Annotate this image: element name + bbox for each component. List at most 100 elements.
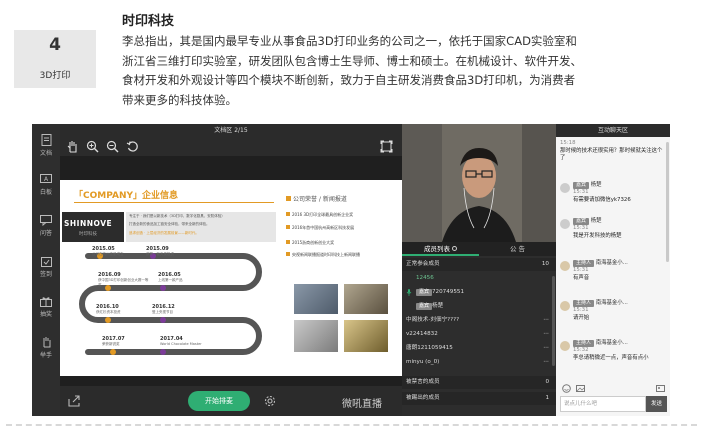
members-panel: 成员列表 公 告 正常参会成员 10 12456 嘉宾 720749551 嘉宾… (402, 242, 556, 416)
member-row[interactable]: minyu (o_0) ⋯ (402, 356, 556, 369)
news-photo (344, 284, 388, 314)
milestone-text: World Chocolate Master (160, 342, 202, 346)
news-item-text: 2016年首中国杭州高新区科技发展 (292, 225, 355, 230)
rank-badge: 4 3D打印 (14, 30, 96, 88)
presentation-slide: 「COMPANY」企业信息 SHINNOVE 时印科技 专注于 · 我们是以新技… (60, 180, 402, 376)
slide-intro-line-1: 专注于 · 我们是以新技术（3D打印、数字化厨具、安防体验） (129, 214, 225, 218)
chat-message-time: 15:18 (560, 140, 576, 146)
trophy-icon (286, 225, 290, 229)
fullscreen-icon[interactable] (380, 140, 393, 153)
hand-icon (43, 337, 50, 348)
member-tag: 嘉宾 (416, 300, 433, 313)
zoom-out-icon[interactable] (106, 140, 119, 153)
chat-sender: 南海基金小... (595, 300, 628, 306)
avatar (560, 341, 570, 351)
start-queue-button[interactable]: 开始排麦 (188, 391, 250, 411)
reset-icon[interactable] (126, 140, 139, 153)
slide-news-header: 公司荣誉 / 新闻报道 (286, 194, 347, 203)
chat-input[interactable]: 说点儿什么吧 (560, 396, 646, 412)
normal-members-section[interactable]: 正常参会成员 10 (402, 258, 556, 271)
article-page: 4 3D打印 时印科技 李总指出，其是国内最早专业从事食品3D打印业务的公司之一… (0, 0, 703, 432)
tab-notice[interactable]: 公 告 (479, 242, 556, 256)
milestone: 2017.07 荣获新锐奖 (102, 336, 125, 347)
milestone-text: 获中国3D打印创新创业大赛一等奖 (98, 278, 149, 287)
document-page-title: 文档区 2/15 (214, 127, 248, 134)
svg-text:A: A (44, 176, 49, 183)
hand-pan-icon[interactable] (66, 140, 79, 153)
more-options-icon[interactable]: ⋯ (543, 328, 549, 341)
nav-qa-label: 问答 (39, 230, 52, 237)
member-row[interactable]: 嘉宾 720749551 (402, 286, 556, 299)
member-row[interactable]: v22414832 ⋯ (402, 328, 556, 341)
members-scrollbar[interactable] (552, 276, 555, 366)
chat-sender: 南海基金小... (595, 340, 628, 346)
member-row[interactable]: 嘉宾 杨楚 (402, 300, 556, 313)
chat-sender: 南海基金小... (595, 260, 628, 266)
member-row[interactable]: 中阁技术-刘佃宁???? ⋯ (402, 314, 556, 327)
milestone-text: 获第一轮天使投资 (146, 252, 174, 256)
image-icon[interactable] (576, 384, 585, 393)
nav-document[interactable]: 文档 (32, 134, 60, 157)
nav-whiteboard-label: 白板 (39, 189, 52, 196)
chat-sender: 杨楚 (590, 182, 602, 188)
rank-number: 4 (49, 35, 61, 55)
milestone-text: 获红杉资本投资 (96, 310, 121, 314)
trophy-icon (286, 212, 290, 216)
normal-members-count: 10 (541, 261, 549, 267)
document-tools (60, 137, 402, 156)
kicked-members-label: 被踢出的成员 (406, 395, 440, 401)
document-icon (41, 134, 51, 146)
member-name: 唐朗1211059415 (406, 345, 453, 351)
chat-message-text: 那时候的技术还很实用？那时候就关注这个了 (560, 148, 663, 161)
chat-message-time: 15:31 (573, 225, 589, 231)
news-header-text: 公司荣誉 / 新闻报道 (293, 196, 347, 203)
avatar (560, 183, 570, 193)
chat-host-tag: 主持人 (573, 260, 595, 267)
kicked-members-count: 1 (545, 395, 549, 401)
news-item-text: 2015浙商创新创业大奖 (292, 240, 335, 245)
members-panel-tabs: 成员列表 公 告 (402, 242, 556, 256)
nav-raise-hand[interactable]: 举手 (32, 336, 60, 359)
tab-member-list[interactable]: 成员列表 (402, 242, 479, 256)
host-video-frame (402, 124, 556, 242)
banned-members-section[interactable]: 被禁言的成员 0 (402, 376, 556, 389)
kicked-members-section[interactable]: 被踢出的成员 1 (402, 392, 556, 405)
news-photo (294, 320, 338, 352)
milestone-text: 上线第一款产品 (158, 278, 183, 282)
nav-document-label: 文档 (39, 150, 52, 157)
banned-members-count: 0 (545, 379, 549, 385)
trophy-icon (286, 252, 290, 256)
milestone-text: 登上央视节目 (152, 310, 173, 314)
stage-bottom-bar: 开始排麦 微吼直播 (60, 386, 402, 416)
slide-logo-text: SHINNOVE (64, 219, 113, 228)
avatar (560, 261, 570, 271)
member-list-dot-icon (452, 246, 458, 251)
milestone: 2016.12 登上央视节目 (152, 304, 175, 315)
chat-message: 15:18 那时候的技术还很实用？那时候就关注这个了 (560, 140, 666, 162)
nav-whiteboard[interactable]: A 白板 (32, 174, 60, 196)
more-options-icon[interactable]: ⋯ (543, 314, 549, 327)
news-photo (294, 284, 338, 314)
nav-checkin[interactable]: 签到 (32, 256, 60, 278)
document-title-bar: 文档区 2/15 (60, 124, 402, 137)
avatar (560, 219, 570, 229)
more-options-icon[interactable]: ⋯ (543, 342, 549, 355)
emoji-icon[interactable] (562, 384, 571, 393)
zoom-in-icon[interactable] (86, 140, 99, 153)
slide-logo-block: SHINNOVE 时印科技 (62, 212, 124, 242)
chat-image-upload-icon[interactable] (656, 384, 665, 393)
chat-message-text: 我是开发科技的杨楚 (573, 233, 622, 239)
settings-gear-icon[interactable] (264, 395, 276, 407)
nav-lottery[interactable]: 抽奖 (32, 296, 60, 318)
share-icon[interactable] (68, 395, 80, 407)
nav-qa[interactable]: 问答 (32, 215, 60, 237)
chat-scrollbar[interactable] (666, 142, 669, 262)
send-button[interactable]: 发送 (646, 396, 667, 412)
more-options-icon[interactable]: ⋯ (543, 356, 549, 369)
milestone-text: 公司在杭州注册成立 (92, 252, 124, 256)
member-row[interactable]: 唐朗1211059415 ⋯ (402, 342, 556, 355)
banned-members-label: 被禁言的成员 (406, 379, 440, 385)
slide-intro-line-2: 打造全新的食品加工链安全体验，带来全新的体验。 (129, 222, 210, 226)
member-row[interactable]: 12456 (402, 272, 556, 285)
normal-members-label: 正常参会成员 (406, 261, 440, 267)
